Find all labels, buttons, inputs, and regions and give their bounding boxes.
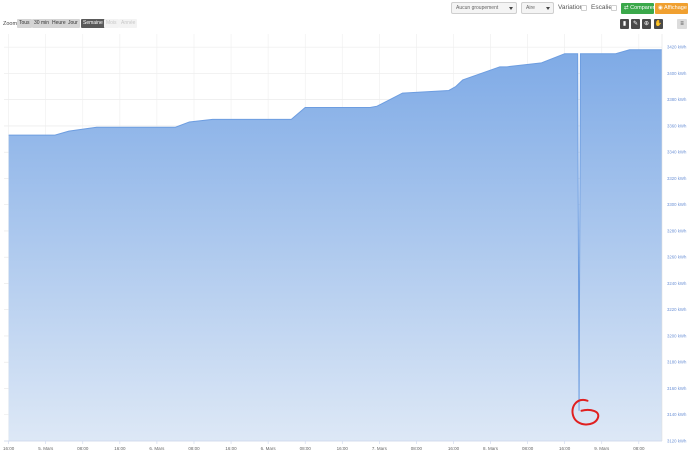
x-tick-label: 08:00 — [77, 446, 89, 451]
x-tick-label: 8. Mars — [483, 446, 499, 451]
hamburger-icon[interactable]: ≡ — [677, 19, 687, 29]
compare-button[interactable]: ⇄ Comparer — [621, 3, 655, 14]
compare-icon: ⇄ — [624, 5, 629, 11]
y-tick-label: 3400 kWh — [667, 71, 687, 76]
display-icon: ◉ — [658, 5, 663, 11]
x-tick-label: 16:00 — [448, 446, 460, 451]
affichage-button[interactable]: ◉ Affichage — [655, 3, 688, 14]
escalier-checkbox[interactable] — [611, 5, 617, 11]
affichage-button-label: Affichage — [664, 5, 687, 11]
y-tick-label: 3260 kWh — [667, 255, 687, 260]
zoom-annee-button: Année — [119, 19, 138, 28]
y-tick-label: 3240 kWh — [667, 281, 687, 286]
crosshair-icon[interactable]: ⊕ — [642, 19, 651, 29]
variation-label: Variation — [558, 4, 584, 11]
y-tick-label: 3220 kWh — [667, 307, 687, 312]
y-tick-label: 3140 kWh — [667, 412, 687, 417]
x-tick-label: 5. Mars — [38, 446, 54, 451]
pencil-icon[interactable]: ✎ — [631, 19, 640, 29]
chevron-down-icon — [546, 7, 550, 10]
energy-area — [8, 49, 663, 442]
chart-svg: 3120 kWh 3140 kWh 3160 kWh 3180 kWh 3200 kWh… — [3, 34, 687, 451]
chevron-down-icon — [509, 7, 513, 10]
energy-chart: 3120 kWh 3140 kWh 3160 kWh 3180 kWh 3200 kWh… — [0, 32, 690, 454]
x-tick-label: 08:00 — [188, 446, 200, 451]
x-tick-label: 7. Mars — [372, 446, 388, 451]
y-tick-label: 3360 kWh — [667, 123, 687, 128]
zoom-tous-button[interactable]: Tous — [17, 19, 32, 28]
y-tick-label: 3420 kWh — [667, 45, 687, 50]
x-tick-label: 6. Mars — [261, 446, 277, 451]
x-tick-label: 16:00 — [559, 446, 571, 451]
y-tick-label: 3160 kWh — [667, 386, 687, 391]
chart-type-select[interactable]: Aire — [521, 2, 554, 14]
x-tick-label: 08:00 — [411, 446, 423, 451]
top-toolbar: Aucun groupement Aire Variation Escalier… — [0, 0, 690, 17]
zoom-semaine-button[interactable]: Semaine — [81, 19, 105, 28]
y-tick-label: 3120 kWh — [667, 439, 687, 444]
compare-button-label: Comparer — [630, 5, 655, 11]
y-tick-label: 3380 kWh — [667, 97, 687, 102]
x-tick-label: 16:00 — [225, 446, 237, 451]
y-tick-label: 3180 kWh — [667, 360, 687, 365]
y-tick-label: 3200 kWh — [667, 333, 687, 338]
y-tick-label: 3280 kWh — [667, 228, 687, 233]
chart-type-select-value: Aire — [526, 5, 535, 11]
y-tick-label: 3340 kWh — [667, 150, 687, 155]
variation-checkbox[interactable] — [581, 5, 587, 11]
x-tick-label: 16:00 — [114, 446, 126, 451]
x-tick-label: 16:00 — [337, 446, 349, 451]
x-tick-label: 9. Mars — [594, 446, 610, 451]
zoom-jour-button[interactable]: Jour — [66, 19, 80, 28]
grouping-select-value: Aucun groupement — [456, 5, 499, 11]
hand-icon[interactable]: ✋ — [654, 19, 663, 29]
grouping-select[interactable]: Aucun groupement — [451, 2, 517, 14]
y-tick-label: 3300 kWh — [667, 202, 687, 207]
zoom-heure-button[interactable]: Heure — [50, 19, 68, 28]
x-tick-label: 08:00 — [300, 446, 312, 451]
x-tick-label: 6. Mars — [149, 446, 165, 451]
zoom-mois-button: Mois — [104, 19, 119, 28]
zoom-label: Zoom — [3, 21, 18, 27]
bar-icon[interactable]: ▮ — [620, 19, 629, 29]
y-tick-label: 3320 kWh — [667, 176, 687, 181]
x-tick-label: 08:00 — [633, 446, 645, 451]
x-tick-label: 08:00 — [522, 446, 534, 451]
x-tick-label: 16:00 — [3, 446, 15, 451]
zoom-30min-button[interactable]: 30 min — [32, 19, 52, 28]
